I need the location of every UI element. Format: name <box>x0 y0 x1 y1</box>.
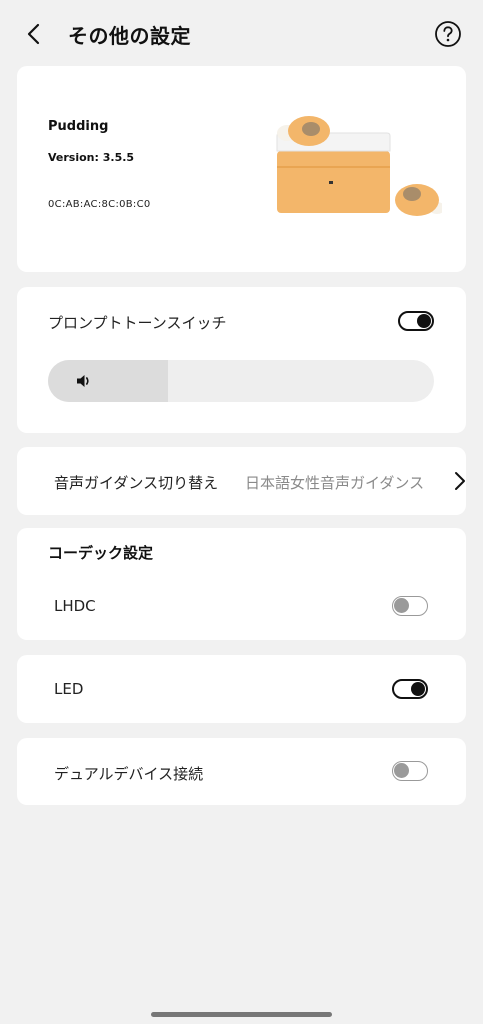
toggle-knob <box>417 314 431 328</box>
volume-slider[interactable] <box>48 360 434 402</box>
prompt-tone-card: プロンプトトーンスイッチ <box>17 287 466 433</box>
toggle-knob <box>394 598 409 613</box>
device-mac-address: 0C:AB:AC:8C:0B:C0 <box>48 199 151 210</box>
voice-guidance-card[interactable]: 音声ガイダンス切り替え 日本語女性音声ガイダンス <box>17 447 466 515</box>
codec-title: コーデック設定 <box>48 544 154 562</box>
lhdc-label: LHDC <box>54 597 96 615</box>
earbuds-case-image <box>276 116 442 216</box>
back-button[interactable] <box>18 18 48 50</box>
help-button[interactable] <box>434 20 462 48</box>
volume-fill <box>48 360 168 402</box>
prompt-tone-label: プロンプトトーンスイッチ <box>48 314 227 332</box>
prompt-tone-toggle[interactable] <box>398 311 434 331</box>
dual-device-label: デュアルデバイス接続 <box>54 765 204 783</box>
led-card: LED <box>17 655 466 723</box>
page-title: その他の設定 <box>68 24 191 48</box>
toggle-knob <box>411 682 425 696</box>
header-bar: その他の設定 <box>0 0 483 66</box>
speaker-icon <box>77 375 89 387</box>
lhdc-toggle[interactable] <box>392 596 428 616</box>
dual-device-toggle[interactable] <box>392 761 428 781</box>
voice-guidance-value: 日本語女性音声ガイダンス <box>245 474 425 492</box>
chevron-left-icon <box>27 23 40 45</box>
home-indicator[interactable] <box>151 1012 332 1017</box>
led-label: LED <box>54 680 84 698</box>
voice-guidance-label: 音声ガイダンス切り替え <box>54 474 219 492</box>
device-info-card: Pudding Version: 3.5.5 0C:AB:AC:8C:0B:C0 <box>17 66 466 272</box>
chevron-right-icon[interactable] <box>453 471 467 491</box>
dual-device-card: デュアルデバイス接続 <box>17 738 466 805</box>
device-name: Pudding <box>48 119 109 134</box>
led-toggle[interactable] <box>392 679 428 699</box>
toggle-knob <box>394 763 409 778</box>
device-version: Version: 3.5.5 <box>48 151 135 164</box>
question-circle-icon <box>435 21 461 47</box>
codec-settings-card: コーデック設定 LHDC <box>17 528 466 640</box>
